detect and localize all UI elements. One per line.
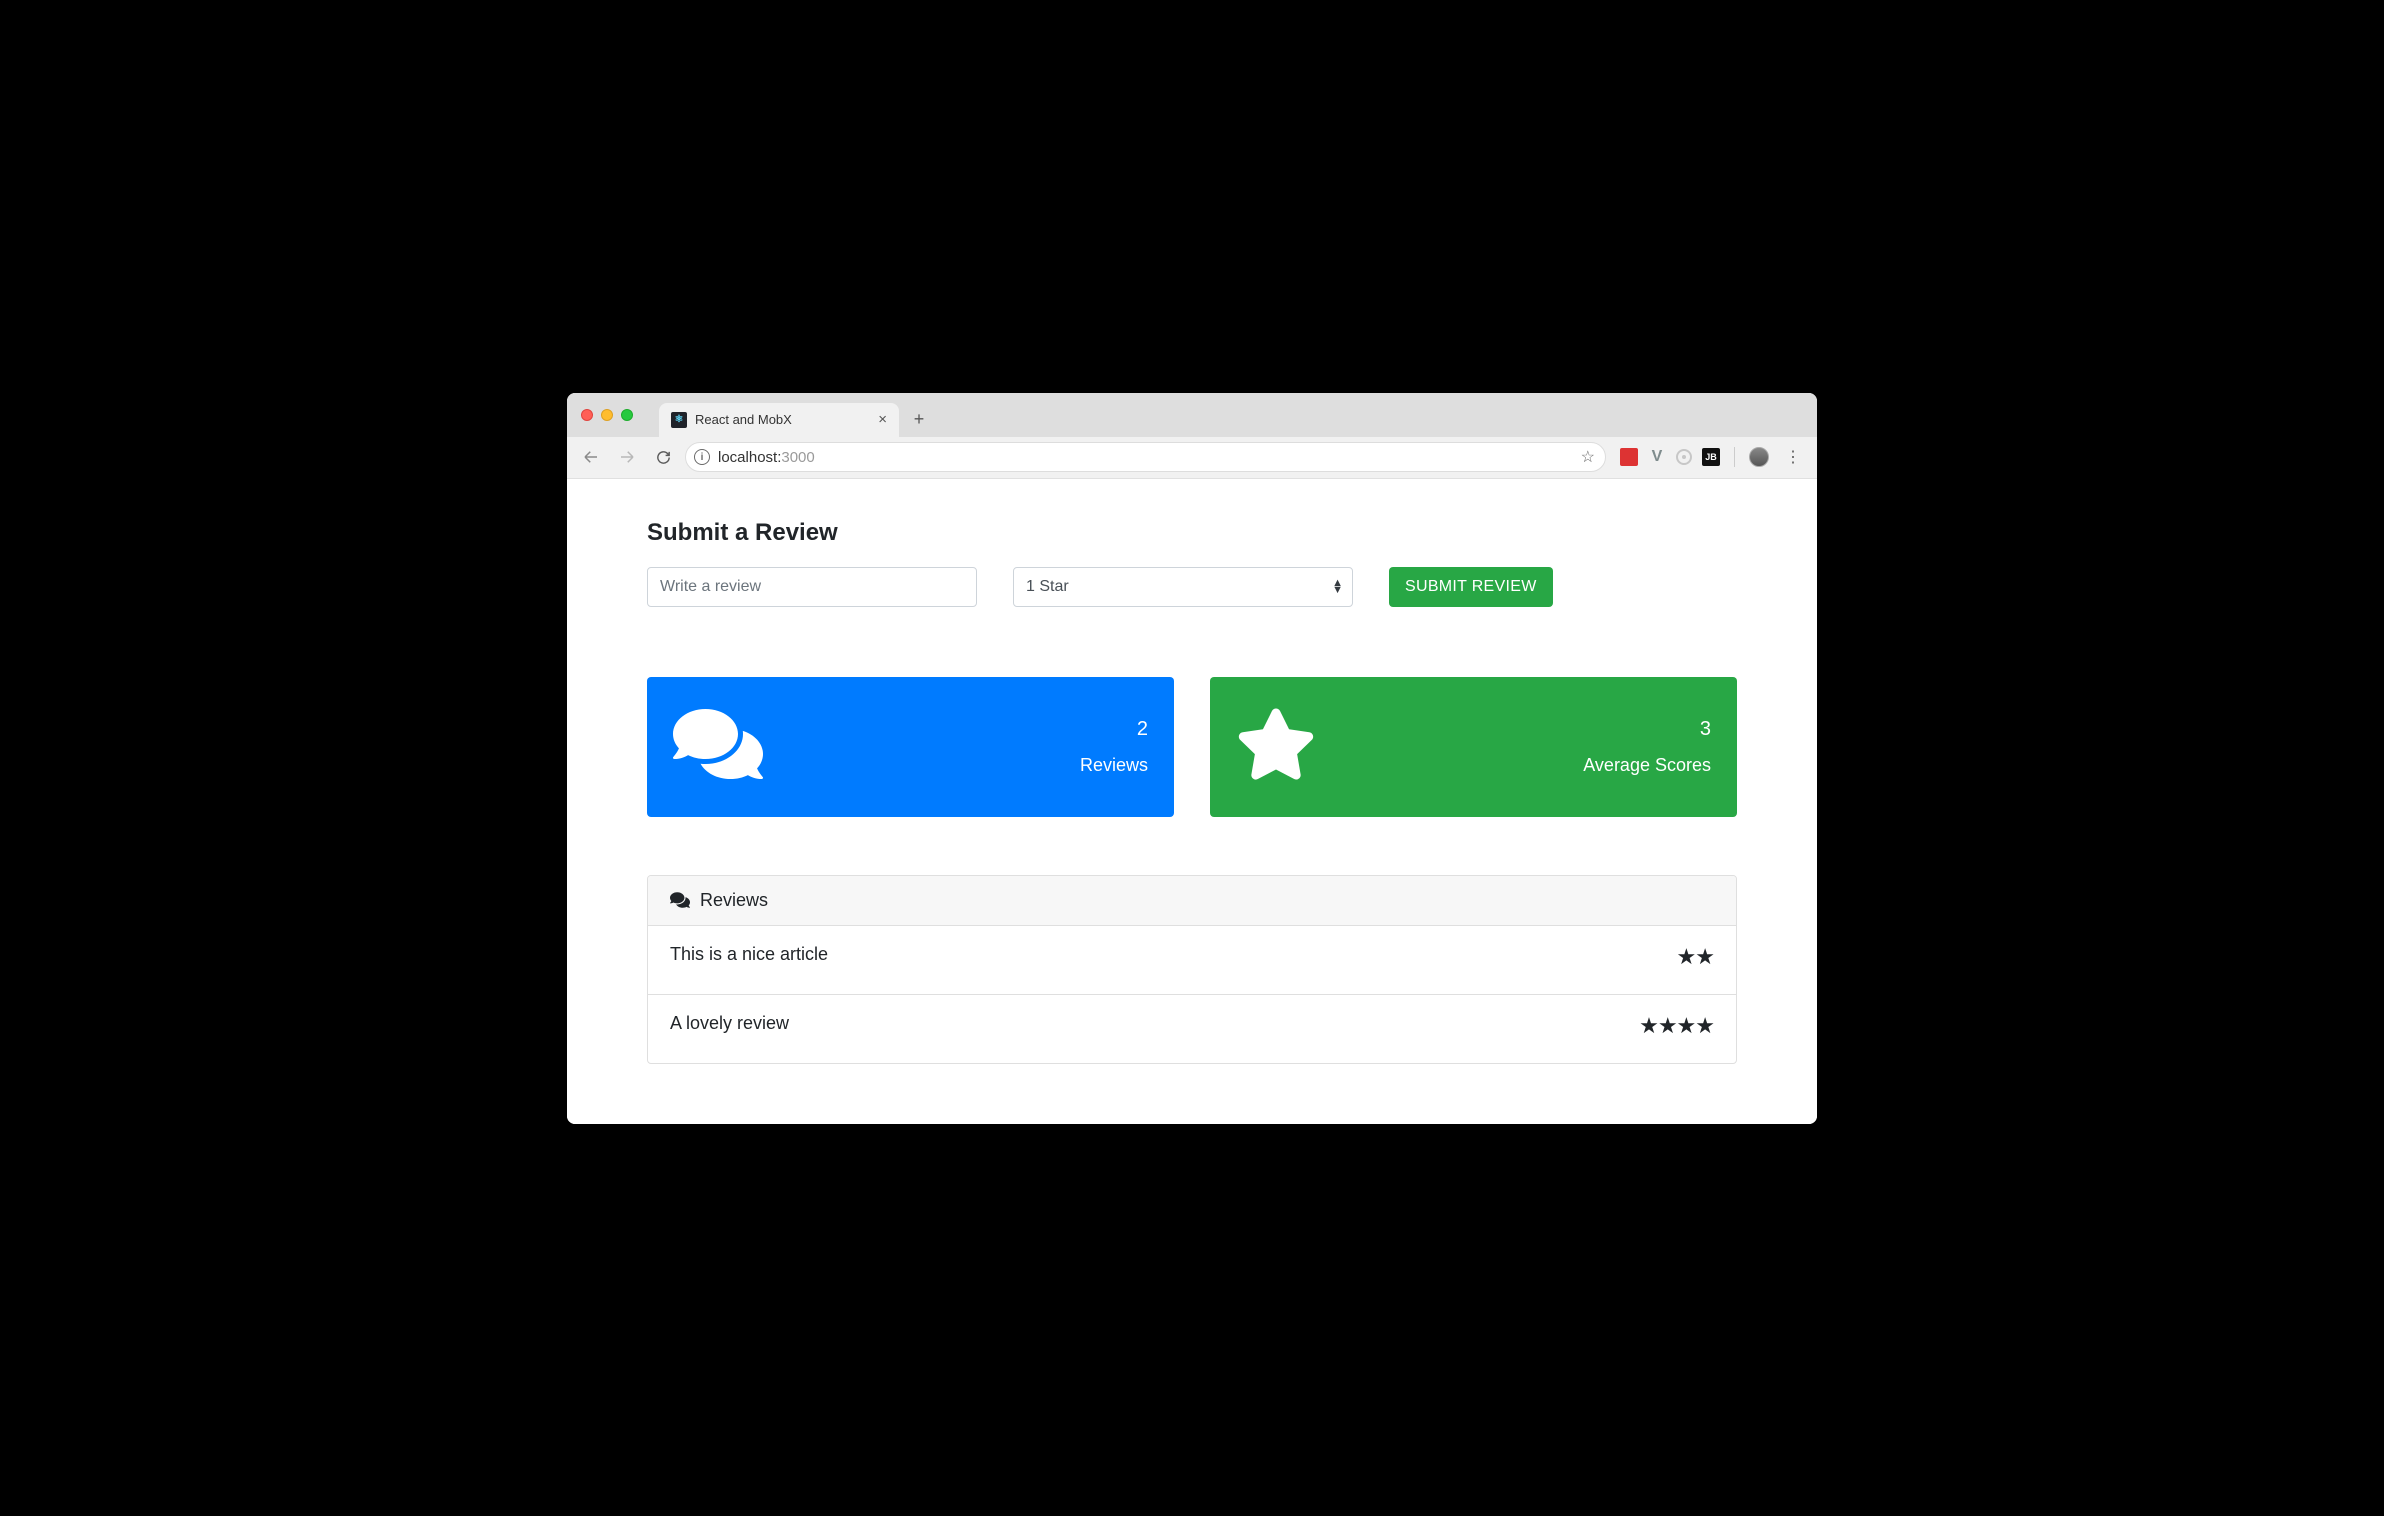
browser-tabstrip: ⚛ React and MobX × + (567, 393, 1817, 437)
extension-icon[interactable] (1620, 448, 1638, 466)
reviews-label: Reviews (1080, 755, 1148, 775)
reviews-stat-card: 2 Reviews (647, 677, 1174, 817)
avg-score: 3 (1583, 718, 1711, 741)
star-select-wrap: 1 Star ▲▼ (1013, 567, 1353, 607)
comments-icon (673, 699, 763, 794)
toolbar-divider (1734, 447, 1735, 467)
browser-toolbar: i localhost:3000 ☆ V JB ⋮ (567, 437, 1817, 479)
avg-score-stat-text: 3 Average Scores (1583, 718, 1711, 776)
review-text: This is a nice article (670, 944, 828, 965)
back-button[interactable] (577, 443, 605, 471)
window-minimize-button[interactable] (601, 409, 613, 421)
star-icon (1236, 704, 1316, 789)
browser-window: ⚛ React and MobX × + i localhost:3000 ☆ … (567, 393, 1817, 1124)
new-tab-button[interactable]: + (905, 406, 933, 434)
avg-score-label: Average Scores (1583, 755, 1711, 775)
window-close-button[interactable] (581, 409, 593, 421)
review-form: 1 Star ▲▼ SUBMIT REVIEW (647, 567, 1737, 607)
review-stars: ★★★★ (1639, 1013, 1714, 1039)
avg-score-stat-card: 3 Average Scores (1210, 677, 1737, 817)
comments-icon (670, 890, 690, 910)
reload-button[interactable] (649, 443, 677, 471)
reviews-panel-title: Reviews (700, 890, 768, 911)
reviews-count: 2 (1080, 718, 1148, 741)
address-bar[interactable]: i localhost:3000 ☆ (685, 442, 1606, 472)
tab-title: React and MobX (695, 412, 792, 427)
tab-close-icon[interactable]: × (878, 411, 887, 428)
extension-icon[interactable] (1676, 449, 1692, 465)
page-title: Submit a Review (647, 519, 1737, 547)
extension-icon[interactable]: JB (1702, 448, 1720, 466)
site-info-icon[interactable]: i (694, 449, 710, 465)
review-item: A lovely review ★★★★ (648, 995, 1736, 1063)
reload-icon (655, 449, 672, 466)
extension-icon[interactable]: V (1648, 448, 1666, 466)
arrow-left-icon (582, 448, 600, 466)
url-host: localhost: (718, 449, 781, 466)
react-favicon-icon: ⚛ (671, 412, 687, 428)
page-content: Submit a Review 1 Star ▲▼ SUBMIT REVIEW … (567, 479, 1817, 1124)
submit-review-button[interactable]: SUBMIT REVIEW (1389, 567, 1553, 607)
browser-tab[interactable]: ⚛ React and MobX × (659, 403, 899, 437)
stats-row: 2 Reviews 3 Average Scores (647, 677, 1737, 817)
review-stars: ★★ (1677, 944, 1714, 970)
url-text: localhost:3000 (718, 449, 815, 466)
bookmark-star-icon[interactable]: ☆ (1581, 447, 1595, 467)
reviews-stat-text: 2 Reviews (1080, 718, 1148, 776)
window-controls (581, 409, 633, 421)
review-input[interactable] (647, 567, 977, 607)
reviews-panel: Reviews This is a nice article ★★ A love… (647, 875, 1737, 1064)
browser-menu-button[interactable]: ⋮ (1779, 447, 1807, 467)
star-select[interactable]: 1 Star (1013, 567, 1353, 607)
window-zoom-button[interactable] (621, 409, 633, 421)
url-port: 3000 (781, 449, 814, 466)
reviews-panel-header: Reviews (648, 876, 1736, 926)
select-caret-icon: ▲▼ (1332, 580, 1343, 594)
arrow-right-icon (618, 448, 636, 466)
forward-button[interactable] (613, 443, 641, 471)
review-text: A lovely review (670, 1013, 789, 1034)
profile-avatar[interactable] (1749, 447, 1769, 467)
extension-icons: V JB ⋮ (1614, 447, 1807, 467)
review-item: This is a nice article ★★ (648, 926, 1736, 995)
